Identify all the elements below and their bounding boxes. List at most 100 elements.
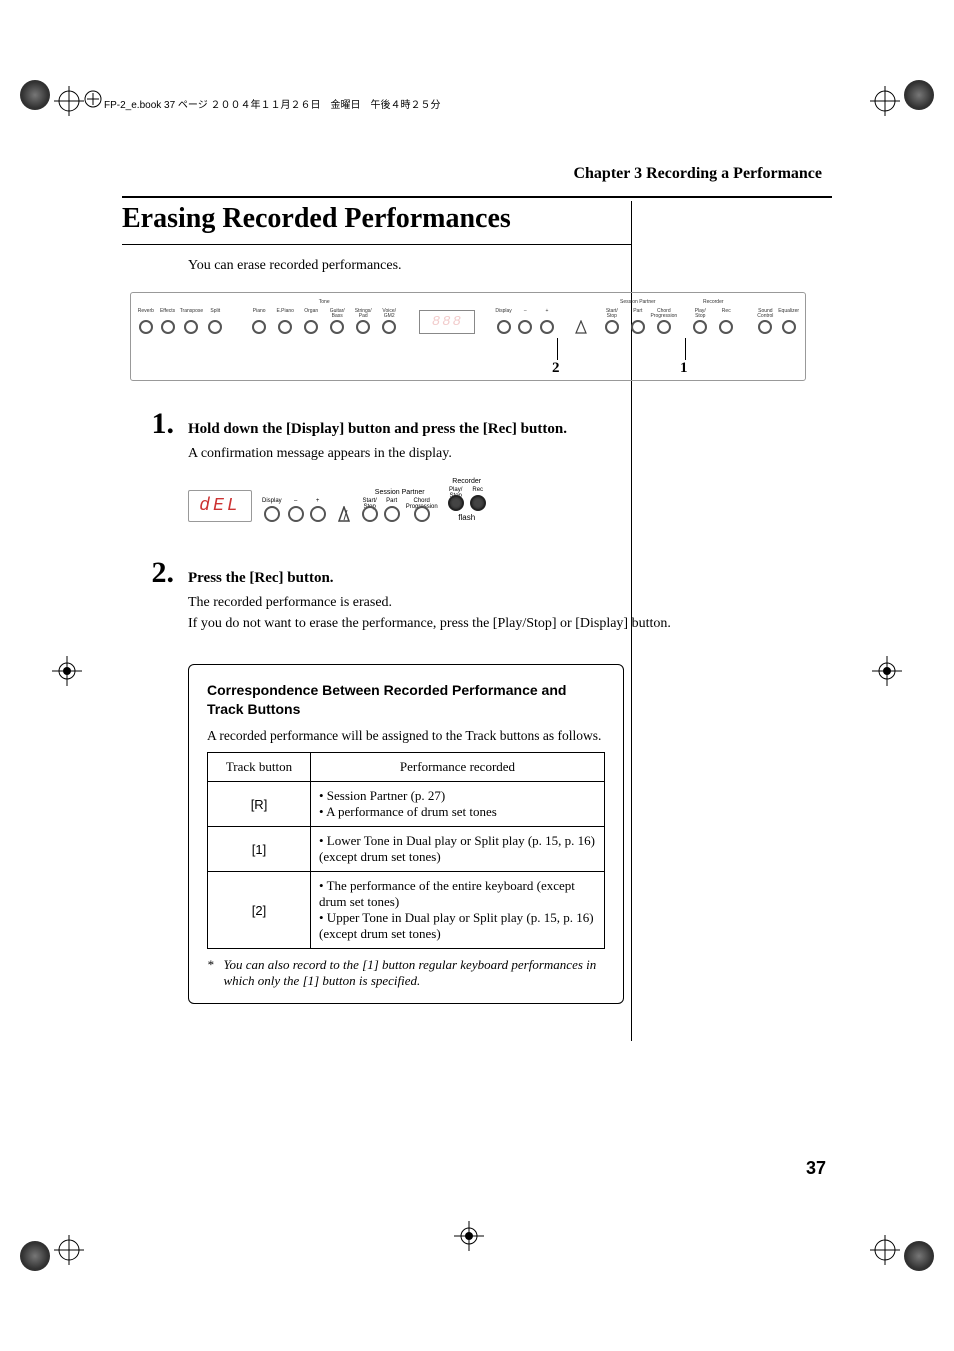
registration-mark-icon [52,656,82,686]
rec-button-icon [470,495,486,511]
panel-button: Transpose [180,309,202,334]
registration-mark-icon [870,1235,900,1265]
panel-button: Equalizer [778,309,799,334]
panel-button-icon [605,320,619,334]
panel-button: Reverb [137,309,155,334]
registration-mark-icon [54,1235,84,1265]
minus-button-icon [288,506,304,522]
intro-text: You can erase recorded performances. [188,258,804,274]
panel-button: Part [627,309,649,334]
mini-button: Play/ Stop [448,487,464,511]
th-performance: Performance recorded [311,753,605,782]
panel-button: Play/ Stop [689,309,711,334]
table-row: [R]• Session Partner (p. 27)• A performa… [208,782,605,827]
panel-button: Guitar/ Bass [326,309,348,334]
panel-button: Effects [159,309,177,334]
track-button-cell: [2] [208,872,311,949]
performance-cell: • Lower Tone in Dual play or Split play … [311,827,605,872]
panel-button: Strings/ Pad [352,309,374,334]
registration-mark-icon [872,656,902,686]
panel-button-icon [693,320,707,334]
panel-button-icon [382,320,396,334]
panel-button: Piano [248,309,270,334]
flash-label: flash [458,513,475,522]
print-badge-bottom-left [20,1241,50,1271]
track-table: Track button Performance recorded [R]• S… [207,752,605,949]
mini-button: Start/ Stop [362,498,378,522]
panel-button: – [516,309,534,334]
button-icon [384,506,400,522]
mini-session-title: Session Partner [375,489,425,496]
panel-button: Chord Progression [653,309,675,334]
panel-button-icon [330,320,344,334]
step-1-mini-panel: dEL Display – + Session Partner Start/ S… [188,478,804,522]
step-1-heading: Hold down the [Display] button and press… [188,421,804,438]
button-icon [362,506,378,522]
panel-button: + [538,309,556,334]
print-badge-top-right [904,80,934,110]
info-heading: Correspondence Between Recorded Performa… [207,681,605,720]
registration-mark-icon [54,86,84,116]
metronome-icon [572,309,590,334]
registration-mark-icon [870,86,900,116]
panel-button: Display [495,309,513,334]
table-row: [1]• Lower Tone in Dual play or Split pl… [208,827,605,872]
step-2-heading: Press the [Rec] button. [188,570,804,587]
metronome-icon [336,506,352,522]
registration-mark-icon [454,1221,484,1251]
step-number-2: 2 [134,558,174,588]
panel-button: Rec [715,309,737,334]
info-box: Correspondence Between Recorded Performa… [188,664,624,1004]
step-number-1: 1 [134,409,174,439]
panel-button-icon [278,320,292,334]
mini-display: dEL [188,490,252,522]
panel-button-icon [540,320,554,334]
print-badge-top-left [20,80,50,110]
mini-button: Rec [470,487,486,511]
footnote-text: You can also record to the [1] button re… [224,957,606,989]
panel-display: 888 [419,310,475,334]
plus-button-icon [310,506,326,522]
callout-2: 2 [552,360,560,377]
book-header-note: FP-2_e.book 37 ページ ２００４年１１月２６日 金曜日 午後４時２… [104,96,441,111]
panel-button: Organ [300,309,322,334]
step-1-text: A confirmation message appears in the di… [188,444,804,464]
framemaker-marker-icon [84,90,102,113]
panel-button-icon [252,320,266,334]
button-icon [414,506,430,522]
callout-1: 1 [680,360,688,377]
panel-button-icon [657,320,671,334]
mini-recorder-title: Recorder [452,478,481,485]
footnote-mark: * [207,957,214,989]
mini-display-btn-label: Display [262,498,282,506]
panel-button: Sound Control [757,309,775,334]
th-track-button: Track button [208,753,311,782]
panel-button-icon [356,320,370,334]
panel-button-icon [161,320,175,334]
print-badge-bottom-right [904,1241,934,1271]
step-2-text: The recorded performance is erased.If yo… [188,593,804,634]
panel-button: Start/ Stop [601,309,623,334]
panel-button: E.Piano [274,309,296,334]
panel-button-icon [497,320,511,334]
panel-button-icon [758,320,772,334]
play-stop-button-icon [448,495,464,511]
panel-button: Voice/ GM2 [378,309,400,334]
panel-button-icon [208,320,222,334]
mini-button: Part [384,498,400,522]
page-title: Erasing Recorded Performances [122,201,632,245]
panel-button-icon [304,320,318,334]
info-lead: A recorded performance will be assigned … [207,728,605,744]
panel-button-icon [631,320,645,334]
mini-plus-label: + [316,498,320,506]
mini-minus-label: – [294,498,297,506]
mini-display-text: dEL [199,496,240,516]
panel-button-icon [518,320,532,334]
panel-button-icon [184,320,198,334]
panel-button-icon [139,320,153,334]
track-button-cell: [R] [208,782,311,827]
panel-button-icon [782,320,796,334]
panel-button-icon [719,320,733,334]
page-number: 37 [806,1158,826,1179]
table-row: [2]• The performance of the entire keybo… [208,872,605,949]
